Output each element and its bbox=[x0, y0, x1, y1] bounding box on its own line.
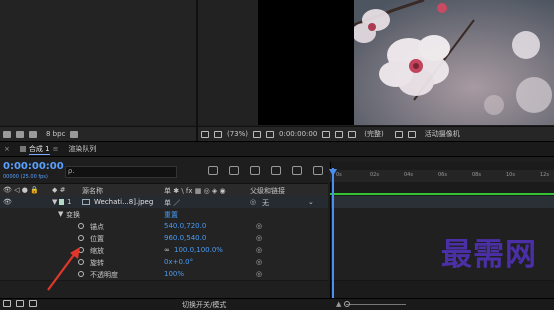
draft-3d-icon[interactable] bbox=[229, 166, 239, 175]
trash-icon[interactable] bbox=[70, 130, 79, 138]
tab-render-queue[interactable]: 渲染队列 bbox=[68, 144, 96, 154]
expression-pick-whip-icon[interactable]: ◎ bbox=[256, 222, 262, 230]
comp-flowchart-icon[interactable] bbox=[208, 166, 218, 175]
tab-menu-icon[interactable]: ≡ bbox=[53, 145, 59, 153]
in-out-toggle-icon[interactable] bbox=[29, 300, 37, 307]
time-ruler[interactable]: 0s 02s 04s 06s 08s 10s 12s bbox=[330, 170, 554, 182]
snapshot-icon[interactable] bbox=[322, 130, 331, 138]
parent-header[interactable]: 父级和链接 bbox=[250, 186, 285, 196]
layer-index: 1 bbox=[67, 198, 72, 206]
frame-rate-label: 00000 (25.00 fps) bbox=[3, 174, 48, 180]
expand-arrow-icon[interactable]: ▼ bbox=[52, 198, 57, 206]
playhead-handle-icon[interactable] bbox=[329, 169, 337, 176]
shy-switch-icon[interactable]: 单 ／ bbox=[164, 198, 180, 208]
mask-visibility-icon[interactable] bbox=[214, 130, 222, 138]
property-value[interactable]: 100.0,100.0% bbox=[174, 246, 223, 254]
property-name: 缩放 bbox=[90, 247, 104, 255]
expression-pick-whip-icon[interactable]: ◎ bbox=[256, 246, 262, 254]
ruler-tick-label: 10s bbox=[506, 172, 515, 178]
visibility-icon[interactable]: 👁 bbox=[3, 198, 12, 206]
transparency-grid-icon[interactable] bbox=[407, 130, 416, 138]
chevron-down-icon[interactable]: ⌄ bbox=[308, 198, 314, 206]
always-preview-icon[interactable] bbox=[201, 130, 209, 138]
expand-arrow-icon[interactable]: ▼ bbox=[58, 210, 63, 218]
panel-tabs: × 合成 1 ≡ 渲染队列 bbox=[0, 141, 554, 157]
show-snapshot-icon[interactable] bbox=[335, 130, 344, 138]
av-switches-icons: 👁 ◁ ● 🔒 bbox=[3, 186, 39, 194]
viewer-toolbar: (73%) 0:00:00:00 (完整) 活动摄像机 bbox=[198, 126, 554, 141]
property-value[interactable]: 960.0,540.0 bbox=[164, 234, 206, 242]
constrain-proportions-icon[interactable]: ∞ bbox=[164, 246, 170, 254]
channel-icon[interactable] bbox=[348, 130, 357, 138]
property-name: 不透明度 bbox=[90, 271, 118, 279]
region-of-interest-icon[interactable] bbox=[394, 130, 403, 138]
zoom-slider-handle[interactable] bbox=[344, 301, 350, 307]
project-toolbar: 8 bpc bbox=[0, 126, 196, 141]
annotation-arrow-icon bbox=[47, 247, 80, 291]
timeline-switches bbox=[208, 166, 323, 175]
expression-pick-whip-icon[interactable]: ◎ bbox=[256, 270, 262, 278]
zoom-dropdown[interactable]: (73%) bbox=[227, 130, 248, 138]
property-name: 锚点 bbox=[90, 223, 104, 231]
transform-label: 变换 bbox=[66, 211, 80, 219]
expression-pick-whip-icon[interactable]: ◎ bbox=[256, 234, 262, 242]
layer-name[interactable]: Wechati...8].jpeg bbox=[94, 198, 153, 206]
expression-pick-whip-icon[interactable]: ◎ bbox=[256, 258, 262, 266]
safe-margins-icon[interactable] bbox=[253, 130, 262, 138]
composition-icon bbox=[19, 146, 26, 152]
bpc-label[interactable]: 8 bpc bbox=[46, 130, 65, 138]
property-value[interactable]: 0x+0.0° bbox=[164, 258, 193, 266]
parent-dropdown[interactable]: 无 bbox=[262, 198, 269, 208]
resolution-dropdown[interactable]: (完整) bbox=[364, 129, 383, 139]
label-column-icon: ◆ # bbox=[52, 186, 66, 194]
close-icon[interactable]: × bbox=[4, 145, 10, 153]
pick-whip-icon[interactable]: ◎ bbox=[250, 198, 256, 206]
switches-header-icons: 单 ✱ \ fx ▦ ◎ ◈ ◉ bbox=[164, 187, 226, 195]
work-area-bar[interactable] bbox=[330, 193, 554, 195]
stopwatch-icon[interactable] bbox=[78, 235, 84, 241]
motion-blur-icon[interactable] bbox=[292, 166, 302, 175]
ruler-tick-label: 06s bbox=[438, 172, 447, 178]
tab-label: 渲染队列 bbox=[68, 145, 97, 153]
transfer-controls-toggle-icon[interactable] bbox=[16, 300, 24, 307]
graph-editor-icon[interactable] bbox=[313, 166, 323, 175]
timeline-timecode[interactable]: 0:00:00:00 bbox=[3, 161, 64, 172]
ruler-tick-label: 02s bbox=[370, 172, 379, 178]
watermark-text: 最需网 bbox=[441, 237, 537, 273]
property-value[interactable]: 540.0,720.0 bbox=[164, 222, 206, 230]
layer-switches-toggle-icon[interactable] bbox=[3, 300, 11, 307]
shy-layers-icon[interactable] bbox=[250, 166, 260, 175]
interpret-footage-icon[interactable] bbox=[3, 130, 11, 138]
project-panel bbox=[0, 0, 196, 125]
composition-preview-image bbox=[354, 0, 554, 125]
property-name: 位置 bbox=[90, 235, 104, 243]
source-name-header[interactable]: 源名称 bbox=[82, 186, 103, 196]
ruler-tick-label: 08s bbox=[472, 172, 481, 178]
zoom-out-icon[interactable]: ▲ bbox=[336, 300, 341, 308]
search-icon: ⍴. bbox=[68, 167, 75, 175]
timeline-footer: 切换开关/模式 ▲ bbox=[0, 298, 554, 310]
timeline-search-input[interactable]: ⍴. bbox=[65, 166, 177, 178]
ruler-tick-label: 04s bbox=[404, 172, 413, 178]
composition-pasteboard bbox=[258, 0, 354, 125]
tab-label: 合成 1 bbox=[28, 144, 50, 155]
grid-icon[interactable] bbox=[266, 130, 275, 138]
property-name: 旋转 bbox=[90, 259, 104, 267]
property-value[interactable]: 100% bbox=[164, 270, 184, 278]
tab-composition-1[interactable]: 合成 1 ≡ bbox=[19, 144, 59, 155]
image-layer-icon bbox=[82, 199, 90, 205]
ruler-tick-label: 12s bbox=[540, 172, 549, 178]
label-color-swatch[interactable] bbox=[59, 199, 64, 205]
new-composition-icon[interactable] bbox=[29, 130, 37, 138]
viewer-timecode[interactable]: 0:00:00:00 bbox=[279, 130, 317, 138]
camera-dropdown[interactable]: 活动摄像机 bbox=[425, 129, 460, 139]
current-time-indicator[interactable] bbox=[332, 168, 334, 303]
frame-blending-icon[interactable] bbox=[271, 166, 281, 175]
new-folder-icon[interactable] bbox=[16, 130, 24, 138]
transform-reset-link[interactable]: 重置 bbox=[164, 210, 178, 220]
timeline-zoom-slider[interactable] bbox=[346, 304, 406, 305]
stopwatch-icon[interactable] bbox=[78, 223, 84, 229]
layer-column-header: 👁 ◁ ● 🔒 ◆ # 源名称 单 ✱ \ fx ▦ ◎ ◈ ◉ 父级和链接 bbox=[0, 183, 328, 197]
